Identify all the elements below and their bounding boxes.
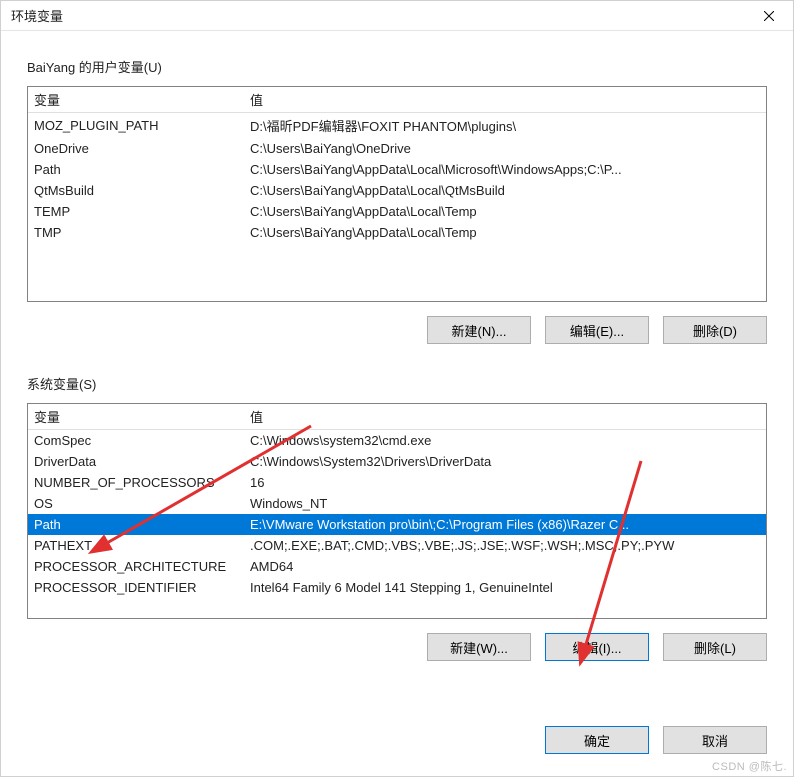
- system-button-row: 新建(W)... 编辑(I)... 删除(L): [27, 633, 767, 661]
- cell-name: Path: [28, 514, 244, 535]
- cell-name: OS: [28, 493, 244, 514]
- cell-name: DriverData: [28, 451, 244, 472]
- cell-value: C:\Users\BaiYang\AppData\Local\Temp: [244, 222, 766, 243]
- cell-value: E:\VMware Workstation pro\bin\;C:\Progra…: [244, 514, 766, 535]
- system-delete-button[interactable]: 删除(L): [663, 633, 767, 661]
- cell-value: C:\Users\BaiYang\AppData\Local\QtMsBuild: [244, 180, 766, 201]
- cell-name: PATHEXT: [28, 535, 244, 556]
- table-row[interactable]: ComSpecC:\Windows\system32\cmd.exe: [28, 430, 766, 452]
- close-button[interactable]: [749, 2, 789, 30]
- cell-name: TEMP: [28, 201, 244, 222]
- cell-value: Windows_NT: [244, 493, 766, 514]
- system-vars-label: 系统变量(S): [27, 374, 767, 393]
- close-icon: [764, 11, 774, 21]
- cell-value: AMD64: [244, 556, 766, 577]
- system-vars-table-wrap[interactable]: 变量 值 ComSpecC:\Windows\system32\cmd.exeD…: [27, 403, 767, 619]
- cell-name: Path: [28, 159, 244, 180]
- system-new-button[interactable]: 新建(W)...: [427, 633, 531, 661]
- cell-name: PROCESSOR_ARCHITECTURE: [28, 556, 244, 577]
- titlebar: 环境变量: [1, 1, 793, 31]
- dialog-footer: 确定 取消: [545, 726, 767, 754]
- table-row[interactable]: PATHEXT.COM;.EXE;.BAT;.CMD;.VBS;.VBE;.JS…: [28, 535, 766, 556]
- cell-value: C:\Users\BaiYang\AppData\Local\Microsoft…: [244, 159, 766, 180]
- cell-value: Intel64 Family 6 Model 141 Stepping 1, G…: [244, 577, 766, 598]
- cell-name: OneDrive: [28, 138, 244, 159]
- cell-name: QtMsBuild: [28, 180, 244, 201]
- user-th-name[interactable]: 变量: [28, 87, 244, 113]
- user-vars-table: 变量 值 MOZ_PLUGIN_PATHD:\福昕PDF编辑器\FOXIT PH…: [28, 87, 766, 243]
- system-th-name[interactable]: 变量: [28, 404, 244, 430]
- system-vars-group: 系统变量(S) 变量 值 ComSpecC:\Windows\system32\…: [27, 374, 767, 661]
- user-new-button[interactable]: 新建(N)...: [427, 316, 531, 344]
- cell-name: TMP: [28, 222, 244, 243]
- table-row[interactable]: TMPC:\Users\BaiYang\AppData\Local\Temp: [28, 222, 766, 243]
- user-button-row: 新建(N)... 编辑(E)... 删除(D): [27, 316, 767, 344]
- window-title: 环境变量: [11, 6, 63, 25]
- cancel-button[interactable]: 取消: [663, 726, 767, 754]
- table-row[interactable]: OSWindows_NT: [28, 493, 766, 514]
- cell-value: 16: [244, 472, 766, 493]
- ok-button[interactable]: 确定: [545, 726, 649, 754]
- user-edit-button[interactable]: 编辑(E)...: [545, 316, 649, 344]
- table-row[interactable]: DriverDataC:\Windows\System32\Drivers\Dr…: [28, 451, 766, 472]
- user-vars-table-wrap[interactable]: 变量 值 MOZ_PLUGIN_PATHD:\福昕PDF编辑器\FOXIT PH…: [27, 86, 767, 302]
- cell-value: D:\福昕PDF编辑器\FOXIT PHANTOM\plugins\: [244, 113, 766, 139]
- system-th-value[interactable]: 值: [244, 404, 766, 430]
- user-vars-group: BaiYang 的用户变量(U) 变量 值 MOZ_PLUGIN_PATHD:\…: [27, 57, 767, 344]
- cell-value: .COM;.EXE;.BAT;.CMD;.VBS;.VBE;.JS;.JSE;.…: [244, 535, 766, 556]
- system-edit-button[interactable]: 编辑(I)...: [545, 633, 649, 661]
- table-row[interactable]: PathC:\Users\BaiYang\AppData\Local\Micro…: [28, 159, 766, 180]
- table-row[interactable]: TEMPC:\Users\BaiYang\AppData\Local\Temp: [28, 201, 766, 222]
- table-row[interactable]: PROCESSOR_IDENTIFIERIntel64 Family 6 Mod…: [28, 577, 766, 598]
- cell-value: C:\Users\BaiYang\OneDrive: [244, 138, 766, 159]
- cell-name: ComSpec: [28, 430, 244, 452]
- user-vars-label: BaiYang 的用户变量(U): [27, 57, 767, 76]
- watermark: CSDN @陈七.: [712, 758, 787, 774]
- cell-value: C:\Users\BaiYang\AppData\Local\Temp: [244, 201, 766, 222]
- table-row[interactable]: PROCESSOR_ARCHITECTUREAMD64: [28, 556, 766, 577]
- cell-value: C:\Windows\System32\Drivers\DriverData: [244, 451, 766, 472]
- table-row[interactable]: QtMsBuildC:\Users\BaiYang\AppData\Local\…: [28, 180, 766, 201]
- cell-value: C:\Windows\system32\cmd.exe: [244, 430, 766, 452]
- system-vars-table: 变量 值 ComSpecC:\Windows\system32\cmd.exeD…: [28, 404, 766, 598]
- cell-name: NUMBER_OF_PROCESSORS: [28, 472, 244, 493]
- cell-name: MOZ_PLUGIN_PATH: [28, 113, 244, 139]
- table-row[interactable]: NUMBER_OF_PROCESSORS16: [28, 472, 766, 493]
- cell-name: PROCESSOR_IDENTIFIER: [28, 577, 244, 598]
- table-row[interactable]: PathE:\VMware Workstation pro\bin\;C:\Pr…: [28, 514, 766, 535]
- dialog-body: BaiYang 的用户变量(U) 变量 值 MOZ_PLUGIN_PATHD:\…: [1, 31, 793, 703]
- user-delete-button[interactable]: 删除(D): [663, 316, 767, 344]
- table-row[interactable]: MOZ_PLUGIN_PATHD:\福昕PDF编辑器\FOXIT PHANTOM…: [28, 113, 766, 139]
- table-row[interactable]: OneDriveC:\Users\BaiYang\OneDrive: [28, 138, 766, 159]
- user-th-value[interactable]: 值: [244, 87, 766, 113]
